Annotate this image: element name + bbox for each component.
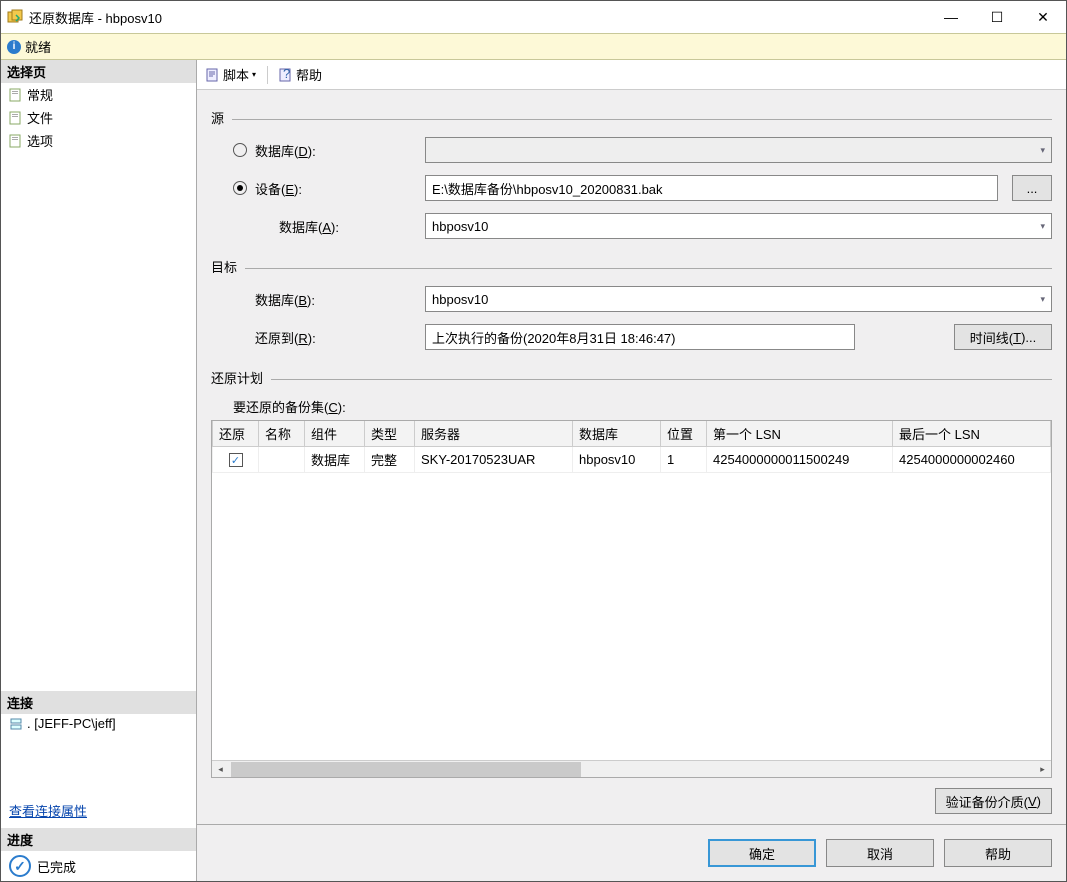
cell-type: 完整 [365,447,415,473]
col-restore[interactable]: 还原 [213,421,259,447]
restore-to-label: 还原到(R): [233,328,425,347]
help-label: 帮助 [296,65,322,84]
chevron-down-icon: ▾ [1040,221,1045,232]
help-button[interactable]: ? 帮助 [276,64,325,85]
target-group-header: 目标 [211,257,1052,276]
progress-status: ✓ 已完成 [1,851,196,881]
status-text: 就绪 [25,37,51,56]
scroll-left-arrow[interactable]: ◂ [212,762,229,777]
minimize-button[interactable]: — [928,1,974,33]
scroll-thumb[interactable] [231,762,581,777]
titlebar: 还原数据库 - hbposv10 — ☐ ✕ [1,1,1066,33]
script-button[interactable]: 脚本 ▾ [203,64,259,85]
script-label: 脚本 [223,65,249,84]
source-db-select[interactable]: ▾ [425,137,1052,163]
source-sub-db-label: 数据库(A): [233,217,425,236]
script-icon [206,68,220,82]
radio-source-database[interactable] [233,143,247,157]
sidebar-item-label: 常规 [27,85,53,104]
cancel-button[interactable]: 取消 [826,839,934,867]
col-server[interactable]: 服务器 [415,421,573,447]
chevron-down-icon: ▾ [1040,145,1045,156]
svg-text:?: ? [283,68,290,81]
close-button[interactable]: ✕ [1020,1,1066,33]
source-group-header: 源 [211,108,1052,127]
sidebar-progress-header: 进度 [1,828,196,851]
col-last-lsn[interactable]: 最后一个 LSN [893,421,1051,447]
device-path-input[interactable] [425,175,998,201]
app-icon [7,9,23,25]
col-name[interactable]: 名称 [259,421,305,447]
restore-to-input[interactable] [425,324,855,350]
toolbar: 脚本 ▾ ? 帮助 [197,60,1066,90]
scroll-right-arrow[interactable]: ▸ [1034,762,1051,777]
chevron-down-icon: ▾ [1040,294,1045,305]
radio-source-device[interactable] [233,181,247,195]
backupset-grid[interactable]: 还原 名称 组件 类型 服务器 数据库 位置 第一个 LSN 最后一个 LSN [211,420,1052,778]
info-icon: i [7,40,21,54]
table-row[interactable]: ✓ 数据库 完整 SKY-20170523UAR hbposv10 1 4254… [213,447,1051,473]
cell-name [259,447,305,473]
cell-last-lsn: 4254000000002460 [893,447,1051,473]
sidebar: 选择页 常规 文件 选项 连接 . [JEFF-PC\jeff] 查看连接属性 … [1,60,197,881]
server-icon [9,717,23,731]
plan-group-header: 还原计划 [211,368,1052,387]
view-connection-properties-link[interactable]: 查看连接属性 [1,799,196,822]
col-type[interactable]: 类型 [365,421,415,447]
verify-media-button[interactable]: 验证备份介质(V) [935,788,1052,814]
col-component[interactable]: 组件 [305,421,365,447]
connection-text: . [JEFF-PC\jeff] [27,716,116,731]
page-icon [9,111,23,125]
sidebar-select-page-header: 选择页 [1,60,196,83]
sidebar-item-general[interactable]: 常规 [1,83,196,106]
cell-position: 1 [661,447,707,473]
connection-value: . [JEFF-PC\jeff] [1,714,196,733]
page-icon [9,88,23,102]
horizontal-scrollbar[interactable]: ◂ ▸ [212,760,1051,777]
ok-button[interactable]: 确定 [708,839,816,867]
cell-database: hbposv10 [573,447,661,473]
toolbar-separator [267,66,268,84]
backupset-label: 要还原的备份集(C): [233,397,1052,416]
browse-device-button[interactable]: ... [1012,175,1052,201]
sidebar-item-label: 文件 [27,108,53,127]
dropdown-icon: ▾ [252,70,256,79]
source-sub-db-select[interactable]: hbposv10▾ [425,213,1052,239]
sidebar-item-files[interactable]: 文件 [1,106,196,129]
help-icon: ? [279,68,293,82]
cell-server: SKY-20170523UAR [415,447,573,473]
target-db-label: 数据库(B): [233,290,425,309]
cell-component: 数据库 [305,447,365,473]
row-checkbox[interactable]: ✓ [229,453,243,467]
target-db-select[interactable]: hbposv10▾ [425,286,1052,312]
check-circle-icon: ✓ [9,855,31,877]
status-bar: i 就绪 [1,33,1066,60]
col-position[interactable]: 位置 [661,421,707,447]
source-device-label: 设备(E): [255,179,425,198]
col-database[interactable]: 数据库 [573,421,661,447]
timeline-button[interactable]: 时间线(T)... [954,324,1052,350]
cell-first-lsn: 4254000000011500249 [707,447,893,473]
source-db-label: 数据库(D): [255,141,425,160]
window-title: 还原数据库 - hbposv10 [29,8,162,27]
content-panel: 脚本 ▾ ? 帮助 源 数据库(D): ▾ 设备(E): ... [197,60,1066,881]
maximize-button[interactable]: ☐ [974,1,1020,33]
sidebar-connection-header: 连接 [1,691,196,714]
help-footer-button[interactable]: 帮助 [944,839,1052,867]
sidebar-item-label: 选项 [27,131,53,150]
dialog-footer: 确定 取消 帮助 [197,824,1066,881]
page-icon [9,134,23,148]
col-first-lsn[interactable]: 第一个 LSN [707,421,893,447]
progress-text: 已完成 [37,857,76,876]
sidebar-item-options[interactable]: 选项 [1,129,196,152]
